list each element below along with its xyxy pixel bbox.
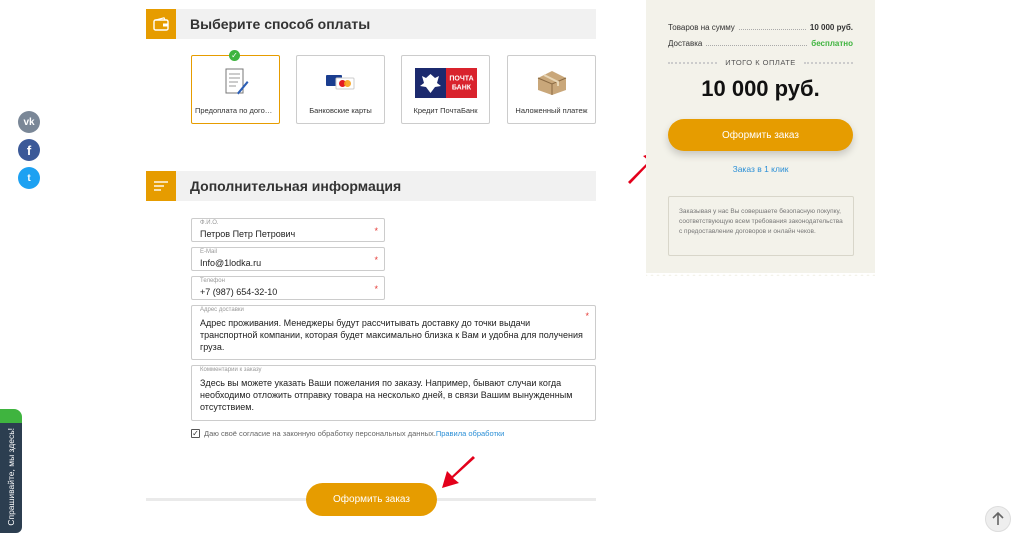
email-field[interactable]: E-Mail Info@1lodka.ru * bbox=[191, 247, 385, 271]
zigzag-edge bbox=[646, 273, 875, 279]
privacy-policy-link[interactable]: Правила обработки bbox=[436, 429, 505, 438]
facebook-icon[interactable]: f bbox=[18, 139, 40, 161]
arrow-up-icon bbox=[992, 512, 1004, 525]
info-title: Дополнительная информация bbox=[190, 178, 402, 194]
required-mark: * bbox=[374, 226, 378, 236]
phone-label: Телефон bbox=[200, 278, 225, 284]
payment-method-pochtabank[interactable]: ПОЧТА БАНК Кредит ПочтаБанк bbox=[401, 55, 490, 124]
payment-method-cards[interactable]: Банковские карты bbox=[296, 55, 385, 124]
payment-method-cod[interactable]: Наложенный платеж bbox=[507, 55, 596, 124]
payment-section-header: Выберите способ оплаты bbox=[146, 9, 596, 39]
bank-cards-icon bbox=[297, 65, 384, 99]
summary-order-button[interactable]: Оформить заказ bbox=[668, 119, 853, 151]
payment-title: Выберите способ оплаты bbox=[190, 16, 371, 32]
comment-field[interactable]: Комментарии к заказу Здесь вы можете ука… bbox=[191, 365, 596, 421]
contract-icon bbox=[192, 65, 279, 99]
address-label: Адрес доставки bbox=[200, 307, 244, 313]
info-section-header: Дополнительная информация bbox=[146, 171, 596, 201]
phone-value: +7 (987) 654-32-10 bbox=[200, 287, 278, 297]
divider-right bbox=[437, 498, 596, 501]
delivery-label: Доставка bbox=[668, 39, 703, 48]
goods-total-row: Товаров на сумму 10 000 руб. bbox=[668, 23, 853, 32]
required-mark: * bbox=[374, 284, 378, 294]
email-value: Info@1lodka.ru bbox=[200, 258, 262, 268]
total-caption: ИТОГО К ОПЛАТЕ bbox=[725, 58, 796, 67]
goods-label: Товаров на сумму bbox=[668, 23, 735, 32]
consent-row: ✓ Даю своё согласие на законную обработк… bbox=[191, 429, 504, 438]
social-buttons: vk f t bbox=[18, 111, 40, 189]
delivery-value: бесплатно bbox=[811, 39, 853, 48]
goods-value: 10 000 руб. bbox=[809, 23, 853, 32]
payment-method-prepay[interactable]: Предоплата по договору bbox=[191, 55, 280, 124]
payment-method-label: Наложенный платеж bbox=[515, 106, 588, 115]
address-value: Адрес проживания. Менеджеры будут рассчи… bbox=[200, 318, 583, 352]
comment-value: Здесь вы можете указать Ваши пожелания п… bbox=[200, 378, 573, 412]
pochtabank-logo-text-2: БАНК bbox=[451, 85, 471, 92]
feedback-label: Спрашивайте, мы здесь! bbox=[6, 428, 16, 526]
comment-label: Комментарии к заказу bbox=[200, 367, 262, 373]
pochtabank-logo-text-1: ПОЧТА bbox=[449, 76, 473, 83]
payment-method-label: Банковские карты bbox=[309, 106, 372, 115]
phone-field[interactable]: Телефон +7 (987) 654-32-10 * bbox=[191, 276, 385, 300]
total-amount: 10 000 руб. bbox=[701, 76, 820, 101]
one-click-order-link[interactable]: Заказ в 1 клик bbox=[646, 164, 875, 174]
safety-note: Заказывая у нас Вы совершаете безопасную… bbox=[668, 196, 854, 256]
address-field[interactable]: Адрес доставки Адрес проживания. Менедже… bbox=[191, 305, 596, 360]
summary-order-label: Оформить заказ bbox=[722, 129, 799, 141]
submit-order-button[interactable]: Оформить заказ bbox=[306, 483, 437, 516]
submit-order-label: Оформить заказ bbox=[333, 494, 410, 505]
payment-method-label: Кредит ПочтаБанк bbox=[413, 106, 478, 115]
arrow-annotation-icon bbox=[442, 456, 475, 488]
consent-text: Даю своё согласие на законную обработку … bbox=[204, 429, 436, 438]
payment-method-label: Предоплата по договору bbox=[195, 106, 276, 115]
pochtabank-logo: ПОЧТА БАНК bbox=[402, 66, 489, 100]
feedback-tab[interactable]: Спрашивайте, мы здесь! bbox=[0, 409, 22, 533]
online-indicator bbox=[0, 409, 22, 423]
wallet-icon bbox=[146, 9, 176, 39]
total-caption-row: ИТОГО К ОПЛАТЕ bbox=[668, 58, 854, 67]
order-summary: Товаров на сумму 10 000 руб. Доставка бе… bbox=[646, 0, 875, 279]
fio-field[interactable]: Ф.И.О. Петров Петр Петрович * bbox=[191, 218, 385, 242]
vk-icon[interactable]: vk bbox=[18, 111, 40, 133]
delivery-row: Доставка бесплатно bbox=[668, 39, 853, 48]
twitter-icon[interactable]: t bbox=[18, 167, 40, 189]
parcel-icon bbox=[508, 65, 595, 99]
scroll-to-top-button[interactable] bbox=[985, 506, 1011, 532]
required-mark: * bbox=[585, 311, 589, 321]
fio-label: Ф.И.О. bbox=[200, 220, 219, 226]
required-mark: * bbox=[374, 255, 378, 265]
email-label: E-Mail bbox=[200, 249, 218, 255]
consent-checkbox[interactable]: ✓ bbox=[191, 429, 200, 438]
selected-check-icon: ✓ bbox=[229, 50, 240, 61]
text-lines-icon bbox=[146, 171, 176, 201]
divider-left bbox=[146, 498, 306, 501]
fio-value: Петров Петр Петрович bbox=[200, 229, 296, 239]
